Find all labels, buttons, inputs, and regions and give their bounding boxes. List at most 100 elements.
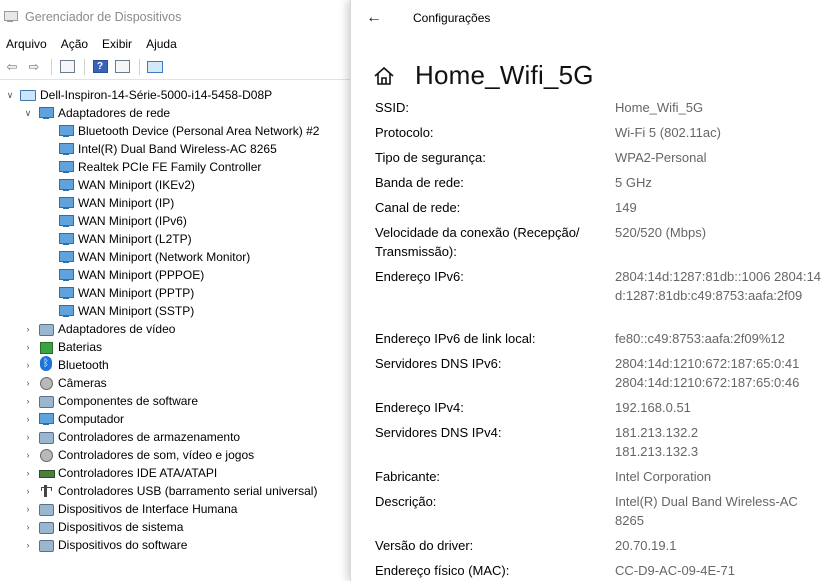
tree-category[interactable]: › Câmeras [0,374,350,392]
menu-acao[interactable]: Ação [61,37,88,51]
property-label: Endereço IPv6 de link local: [375,331,536,346]
tree-category-label: Controladores de som, vídeo e jogos [58,448,255,462]
network-adapter-icon [58,160,74,174]
bluetooth-icon [38,356,54,372]
property-value: Intel(R) Dual Band Wireless-AC 8265 [615,494,798,528]
chevron-right-icon[interactable]: › [22,482,34,500]
tree-device[interactable]: WAN Miniport (L2TP) [0,230,350,248]
property-label: Tipo de segurança: [375,150,486,165]
chevron-right-icon[interactable]: › [22,392,34,410]
battery-icon [38,340,54,354]
property-label: Descrição: [375,494,437,509]
computer-icon [20,89,36,101]
property-label: Endereço IPv6: [375,269,464,284]
property-label: Canal de rede: [375,200,461,215]
properties-icon[interactable] [57,58,77,76]
tree-category[interactable]: › Dispositivos de Interface Humana [0,500,350,518]
tree-device[interactable]: WAN Miniport (Network Monitor) [0,248,350,266]
tree-device-label: WAN Miniport (IP) [78,196,175,210]
tree-device[interactable]: WAN Miniport (IPv6) [0,212,350,230]
system-device-icon [38,520,54,534]
tree-category-label: Dispositivos do software [58,538,188,552]
chevron-right-icon[interactable]: › [22,536,34,554]
tree-device-label: WAN Miniport (L2TP) [78,232,192,246]
device-manager-window: Gerenciador de Dispositivos Arquivo Ação… [0,0,350,581]
ide-controller-icon [38,466,55,480]
back-arrow-icon[interactable]: ← [351,0,397,36]
network-adapter-icon [58,268,74,282]
network-adapter-icon [58,142,74,156]
chevron-right-icon[interactable]: › [22,518,34,536]
chevron-down-icon[interactable]: ∨ [22,104,34,122]
property-value: 20.70.19.1 [615,538,677,553]
tree-category[interactable]: › Baterias [0,338,350,356]
tree-device[interactable]: WAN Miniport (IP) [0,194,350,212]
property-label: Endereço físico (MAC): [375,563,510,578]
tree-device[interactable]: Realtek PCIe FE Family Controller [0,158,350,176]
tree-category[interactable]: › Adaptadores de vídeo [0,320,350,338]
software-device-icon [38,538,54,552]
chevron-right-icon[interactable]: › [22,446,34,464]
chevron-right-icon[interactable]: › [22,500,34,518]
menu-exibir[interactable]: Exibir [102,37,132,51]
tree-category[interactable]: › Dispositivos de sistema [0,518,350,536]
chevron-right-icon[interactable]: › [22,374,34,392]
tree-category[interactable]: › Componentes de software [0,392,350,410]
chevron-right-icon[interactable]: › [22,428,34,446]
toolbar-separator [51,58,52,75]
tree-device[interactable]: WAN Miniport (PPPOE) [0,266,350,284]
chevron-right-icon[interactable]: › [22,356,34,374]
tree-root-label: Dell-Inspiron-14-Série-5000-i14-5458-D08… [40,88,273,102]
tree-device-label: WAN Miniport (Network Monitor) [78,250,251,264]
tree-category-label: Dispositivos de sistema [58,520,184,534]
tree-device-label: WAN Miniport (SSTP) [78,304,195,318]
menu-ajuda[interactable]: Ajuda [146,37,177,51]
chevron-right-icon[interactable]: › [22,464,34,482]
tree-category-network-adapters[interactable]: ∨ Adaptadores de rede [0,104,350,122]
property-label: Protocolo: [375,125,434,140]
toolbar: ⇦ ⇨ ? [0,54,350,80]
window-titlebar[interactable]: Gerenciador de Dispositivos [0,0,350,34]
property-value: 5 GHz [615,175,652,190]
chevron-right-icon[interactable]: › [22,338,34,356]
property-label: Fabricante: [375,469,441,484]
tree-category-label: Adaptadores de rede [58,106,171,120]
tree-category[interactable]: › Controladores de armazenamento [0,428,350,446]
network-adapter-icon [58,304,74,318]
storage-controller-icon [38,430,54,444]
chevron-down-icon[interactable]: ∨ [4,86,16,104]
tree-device[interactable]: WAN Miniport (PPTP) [0,284,350,302]
tree-category[interactable]: › Bluetooth [0,356,350,374]
tree-category-label: Bluetooth [58,358,109,372]
tree-category[interactable]: › Computador [0,410,350,428]
forward-arrow-icon[interactable]: ⇨ [24,58,44,76]
tree-device[interactable]: WAN Miniport (IKEv2) [0,176,350,194]
help-icon[interactable]: ? [90,58,110,76]
tree-root[interactable]: ∨ Dell-Inspiron-14-Série-5000-i14-5458-D… [0,86,350,104]
device-manager-app-icon [4,11,18,23]
tree-category-label: Câmeras [58,376,107,390]
monitor-icon[interactable] [145,58,165,76]
tree-device[interactable]: WAN Miniport (SSTP) [0,302,350,320]
tree-category[interactable]: › Dispositivos do software [0,536,350,554]
tree-category[interactable]: › Controladores IDE ATA/ATAPI [0,464,350,482]
property-value: 520/520 (Mbps) [615,225,707,240]
tree-device-label: WAN Miniport (PPPOE) [78,268,205,282]
network-adapter-icon [58,214,74,228]
menu-arquivo[interactable]: Arquivo [6,37,47,51]
network-adapter-icon [58,124,74,138]
property-value: WPA2-Personal [615,150,707,165]
network-adapter-icon [38,106,54,120]
view-icon[interactable] [112,58,132,76]
tree-device[interactable]: Intel(R) Dual Band Wireless-AC 8265 [0,140,350,158]
property-value: 181.213.132.2 181.213.132.3 [615,425,699,459]
back-arrow-icon[interactable]: ⇦ [2,58,22,76]
tree-device[interactable]: Bluetooth Device (Personal Area Network)… [0,122,350,140]
tree-category[interactable]: › Controladores de som, vídeo e jogos [0,446,350,464]
property-value: Intel Corporation [615,469,712,484]
tree-category[interactable]: › Controladores USB (barramento serial un… [0,482,350,500]
chevron-right-icon[interactable]: › [22,320,34,338]
chevron-right-icon[interactable]: › [22,410,34,428]
sound-icon [38,448,54,462]
property-value: CC-D9-AC-09-4E-71 [615,563,735,578]
